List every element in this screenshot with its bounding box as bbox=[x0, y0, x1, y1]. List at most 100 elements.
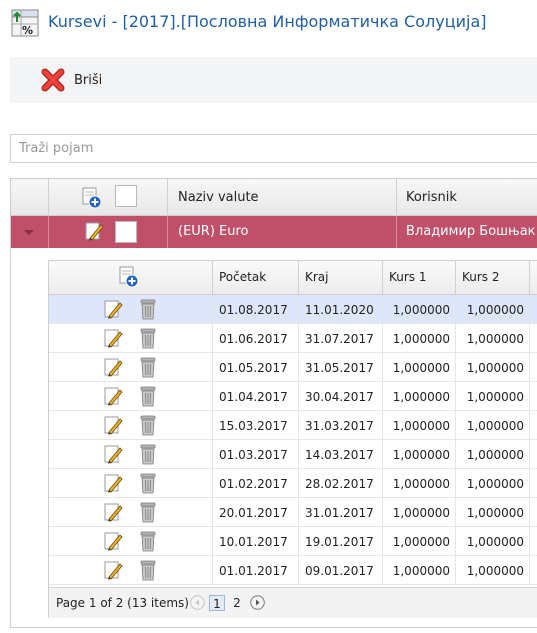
window-title: Kursevi - [2017].[Пословна Информатичка … bbox=[48, 12, 487, 31]
expand-arrow-icon[interactable] bbox=[24, 230, 34, 235]
column-header-rate1[interactable]: Kurs 1 bbox=[389, 270, 427, 284]
rate-end-date: 14.03.2017 bbox=[305, 448, 374, 462]
rate-end-date: 09.01.2017 bbox=[305, 564, 374, 578]
rate-2-value: 1,000000 bbox=[466, 390, 524, 404]
rate-row[interactable]: 20.01.2017 31.01.2017 1,000000 1,000000 bbox=[49, 498, 537, 527]
pencil-icon[interactable] bbox=[103, 386, 123, 406]
pencil-icon[interactable] bbox=[103, 299, 123, 319]
trash-icon[interactable] bbox=[138, 472, 158, 494]
pencil-icon[interactable] bbox=[103, 415, 123, 435]
rate-row[interactable]: 01.04.2017 30.04.2017 1,000000 1,000000 bbox=[49, 382, 537, 411]
rates-grid-header: Početak Kraj Kurs 1 Kurs 2 bbox=[49, 261, 537, 295]
pencil-icon[interactable] bbox=[103, 357, 123, 377]
rates-grid: Početak Kraj Kurs 1 Kurs 2 01.08.2017 11.… bbox=[48, 260, 537, 618]
search-input[interactable] bbox=[10, 134, 537, 163]
pager-info: Page 1 of 2 (13 items) bbox=[56, 596, 189, 610]
rate-2-value: 1,000000 bbox=[466, 564, 524, 578]
svg-text:%: % bbox=[22, 24, 33, 37]
pager-page-2[interactable]: 2 bbox=[230, 595, 244, 611]
trash-icon[interactable] bbox=[138, 443, 158, 465]
currency-grid: Naziv valute Korisnik (EUR) Euro Владими… bbox=[10, 178, 537, 628]
trash-icon[interactable] bbox=[138, 327, 158, 349]
row-checkbox[interactable] bbox=[115, 221, 137, 243]
trash-icon[interactable] bbox=[138, 298, 158, 320]
rate-2-value: 1,000000 bbox=[466, 361, 524, 375]
rate-2-value: 1,000000 bbox=[466, 332, 524, 346]
rate-start-date: 01.06.2017 bbox=[219, 332, 288, 346]
column-header-user[interactable]: Korisnik bbox=[406, 190, 457, 205]
rate-end-date: 28.02.2017 bbox=[305, 477, 374, 491]
trash-icon[interactable] bbox=[138, 559, 158, 581]
rate-1-value: 1,000000 bbox=[392, 448, 450, 462]
rate-start-date: 01.03.2017 bbox=[219, 448, 288, 462]
add-rate-icon[interactable] bbox=[119, 266, 139, 288]
rate-end-date: 30.04.2017 bbox=[305, 390, 374, 404]
select-all-checkbox[interactable] bbox=[115, 185, 137, 207]
trash-icon[interactable] bbox=[138, 530, 158, 552]
rate-end-date: 31.01.2017 bbox=[305, 506, 374, 520]
delete-button-label: Briši bbox=[74, 72, 103, 88]
rate-2-value: 1,000000 bbox=[466, 303, 524, 317]
currency-grid-header: Naziv valute Korisnik bbox=[11, 179, 537, 216]
column-header-rate2[interactable]: Kurs 2 bbox=[462, 270, 500, 284]
rate-2-value: 1,000000 bbox=[466, 477, 524, 491]
rate-row[interactable]: 01.01.2017 09.01.2017 1,000000 1,000000 bbox=[49, 556, 537, 585]
rate-row[interactable]: 01.06.2017 31.07.2017 1,000000 1,000000 bbox=[49, 324, 537, 353]
rate-1-value: 1,000000 bbox=[392, 506, 450, 520]
trash-icon[interactable] bbox=[138, 385, 158, 407]
rate-end-date: 11.01.2020 bbox=[305, 303, 374, 317]
pager: Page 1 of 2 (13 items) 1 2 bbox=[49, 587, 537, 618]
rate-1-value: 1,000000 bbox=[392, 303, 450, 317]
rate-start-date: 01.08.2017 bbox=[219, 303, 288, 317]
rate-start-date: 01.05.2017 bbox=[219, 361, 288, 375]
rate-row[interactable]: 01.05.2017 31.05.2017 1,000000 1,000000 bbox=[49, 353, 537, 382]
rate-start-date: 15.03.2017 bbox=[219, 419, 288, 433]
chevron-right-icon[interactable] bbox=[250, 595, 265, 610]
rate-end-date: 31.07.2017 bbox=[305, 332, 374, 346]
add-row-icon[interactable] bbox=[82, 187, 102, 209]
rate-end-date: 31.03.2017 bbox=[305, 419, 374, 433]
rate-row[interactable]: 01.02.2017 28.02.2017 1,000000 1,000000 bbox=[49, 469, 537, 498]
currency-name: (EUR) Euro bbox=[178, 224, 249, 239]
pencil-icon[interactable] bbox=[103, 531, 123, 551]
title-bar: % Kursevi - [2017].[Пословна Информатичк… bbox=[0, 0, 537, 48]
rate-1-value: 1,000000 bbox=[392, 419, 450, 433]
rate-1-value: 1,000000 bbox=[392, 361, 450, 375]
rate-1-value: 1,000000 bbox=[392, 535, 450, 549]
rate-2-value: 1,000000 bbox=[466, 535, 524, 549]
rate-row[interactable]: 15.03.2017 31.03.2017 1,000000 1,000000 bbox=[49, 411, 537, 440]
pencil-icon[interactable] bbox=[103, 502, 123, 522]
chevron-left-icon[interactable] bbox=[190, 595, 205, 610]
rate-1-value: 1,000000 bbox=[392, 332, 450, 346]
delete-button[interactable]: Briši bbox=[40, 67, 102, 93]
rate-1-value: 1,000000 bbox=[392, 564, 450, 578]
rate-start-date: 20.01.2017 bbox=[219, 506, 288, 520]
rate-1-value: 1,000000 bbox=[392, 477, 450, 491]
pencil-icon[interactable] bbox=[103, 328, 123, 348]
rate-2-value: 1,000000 bbox=[466, 448, 524, 462]
rate-end-date: 19.01.2017 bbox=[305, 535, 374, 549]
rate-start-date: 01.04.2017 bbox=[219, 390, 288, 404]
pencil-icon[interactable] bbox=[103, 473, 123, 493]
column-header-end[interactable]: Kraj bbox=[305, 270, 329, 284]
rate-row[interactable]: 01.03.2017 14.03.2017 1,000000 1,000000 bbox=[49, 440, 537, 469]
trash-icon[interactable] bbox=[138, 414, 158, 436]
red-x-icon bbox=[41, 68, 65, 92]
rate-2-value: 1,000000 bbox=[466, 419, 524, 433]
rate-row[interactable]: 01.08.2017 11.01.2020 1,000000 1,000000 bbox=[49, 295, 537, 324]
trash-icon[interactable] bbox=[138, 501, 158, 523]
pencil-icon[interactable] bbox=[84, 221, 104, 241]
rate-row[interactable]: 10.01.2017 19.01.2017 1,000000 1,000000 bbox=[49, 527, 537, 556]
rate-start-date: 01.01.2017 bbox=[219, 564, 288, 578]
toolbar: Briši bbox=[10, 57, 537, 103]
rate-start-date: 01.02.2017 bbox=[219, 477, 288, 491]
column-header-start[interactable]: Početak bbox=[219, 270, 266, 284]
pager-page-1[interactable]: 1 bbox=[209, 595, 225, 611]
currency-row[interactable]: (EUR) Euro Владимир Бошњак bbox=[11, 216, 537, 248]
trash-icon[interactable] bbox=[138, 356, 158, 378]
pencil-icon[interactable] bbox=[103, 444, 123, 464]
rate-1-value: 1,000000 bbox=[392, 390, 450, 404]
column-header-currency[interactable]: Naziv valute bbox=[178, 190, 259, 205]
pencil-icon[interactable] bbox=[103, 560, 123, 580]
rate-2-value: 1,000000 bbox=[466, 506, 524, 520]
